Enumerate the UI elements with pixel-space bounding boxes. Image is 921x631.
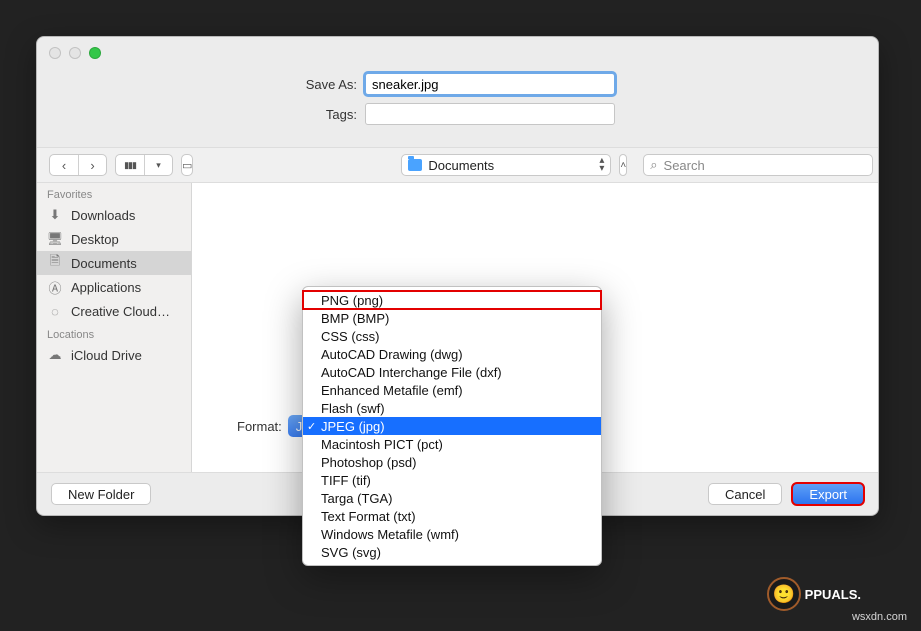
window-controls: [37, 37, 878, 69]
dropdown-item[interactable]: Flash (swf): [303, 399, 601, 417]
dropdown-item[interactable]: PNG (png): [303, 291, 601, 309]
chevron-up-icon: ˄: [620, 160, 626, 171]
applications-icon: Ⓐ: [47, 280, 63, 294]
group-button[interactable]: ▭: [181, 154, 193, 176]
cloud-icon: ☁: [47, 348, 63, 362]
sidebar-item-label: Creative Cloud…: [71, 304, 170, 319]
sidebar-item-label: iCloud Drive: [71, 348, 142, 363]
sidebar-item-label: Downloads: [71, 208, 135, 223]
sidebar-item-documents[interactable]: 🗎 Documents: [37, 251, 191, 275]
dropdown-item[interactable]: AutoCAD Interchange File (dxf): [303, 363, 601, 381]
back-icon[interactable]: ‹: [50, 155, 78, 175]
sidebar: Favorites ⬇ Downloads 🖥 Desktop 🗎 Docume…: [37, 183, 192, 472]
location-label: Documents: [428, 158, 494, 173]
search-icon: ⌕: [650, 157, 657, 173]
format-dropdown[interactable]: PNG (png)BMP (BMP)CSS (css)AutoCAD Drawi…: [302, 286, 602, 566]
sidebar-item-creative-cloud[interactable]: ◌ Creative Cloud…: [37, 299, 191, 323]
zoom-traffic-light[interactable]: [89, 47, 101, 59]
watermark-text: wsxdn.com: [852, 611, 907, 623]
folder-outline-icon: ▭: [182, 159, 192, 172]
sidebar-item-downloads[interactable]: ⬇ Downloads: [37, 203, 191, 227]
close-traffic-light[interactable]: [49, 47, 61, 59]
export-button[interactable]: Export: [792, 483, 864, 505]
dropdown-item[interactable]: CSS (css): [303, 327, 601, 345]
save-as-label: Save As:: [297, 77, 357, 92]
toolbar: ‹ › ▮▮▮ ▾ ▭ Documents ▴▾ ˄ ⌕ Search: [37, 147, 878, 183]
sidebar-item-icloud[interactable]: ☁ iCloud Drive: [37, 343, 191, 367]
format-label: Format:: [237, 419, 282, 434]
path-up-button[interactable]: ˄: [619, 154, 627, 176]
form-area: Save As: Tags:: [37, 69, 878, 147]
downloads-icon: ⬇: [47, 208, 63, 222]
dropdown-item[interactable]: Text Format (txt): [303, 507, 601, 525]
dropdown-item[interactable]: TIFF (tif): [303, 471, 601, 489]
desktop-icon: 🖥: [47, 232, 63, 246]
save-as-input[interactable]: [365, 73, 615, 95]
documents-icon: 🗎: [47, 256, 63, 270]
dropdown-item[interactable]: AutoCAD Drawing (dwg): [303, 345, 601, 363]
brand-mascot-icon: 🙂: [767, 577, 801, 611]
brand-text: PPUALS.: [805, 587, 861, 602]
tags-input[interactable]: [365, 103, 615, 125]
dropdown-item[interactable]: Photoshop (psd): [303, 453, 601, 471]
creative-cloud-icon: ◌: [47, 304, 63, 318]
dropdown-item[interactable]: Macintosh PICT (pct): [303, 435, 601, 453]
nav-back-forward[interactable]: ‹ ›: [49, 154, 107, 176]
view-mode-select[interactable]: ▮▮▮ ▾: [115, 154, 173, 176]
dropdown-item[interactable]: JPEG (jpg): [303, 417, 601, 435]
tags-label: Tags:: [297, 107, 357, 122]
sidebar-item-label: Applications: [71, 280, 141, 295]
sidebar-heading-locations: Locations: [37, 323, 191, 343]
new-folder-button[interactable]: New Folder: [51, 483, 151, 505]
sidebar-item-label: Desktop: [71, 232, 119, 247]
cancel-button[interactable]: Cancel: [708, 483, 782, 505]
dropdown-item[interactable]: Windows Metafile (wmf): [303, 525, 601, 543]
forward-icon[interactable]: ›: [78, 155, 106, 175]
location-select[interactable]: Documents ▴▾: [401, 154, 611, 176]
chevron-down-icon: ▾: [144, 155, 172, 175]
dropdown-item[interactable]: BMP (BMP): [303, 309, 601, 327]
stepper-icon: ▴▾: [599, 157, 604, 173]
sidebar-heading-favorites: Favorites: [37, 183, 191, 203]
dropdown-item[interactable]: Targa (TGA): [303, 489, 601, 507]
dropdown-item[interactable]: Enhanced Metafile (emf): [303, 381, 601, 399]
minimize-traffic-light[interactable]: [69, 47, 81, 59]
view-columns-icon: ▮▮▮: [116, 155, 144, 175]
sidebar-item-applications[interactable]: Ⓐ Applications: [37, 275, 191, 299]
brand-logo: 🙂 PPUALS.: [767, 577, 861, 611]
sidebar-item-desktop[interactable]: 🖥 Desktop: [37, 227, 191, 251]
folder-icon: [408, 159, 422, 171]
search-field[interactable]: ⌕ Search: [643, 154, 873, 176]
search-placeholder: Search: [664, 158, 705, 173]
dropdown-item[interactable]: SVG (svg): [303, 543, 601, 561]
sidebar-item-label: Documents: [71, 256, 137, 271]
